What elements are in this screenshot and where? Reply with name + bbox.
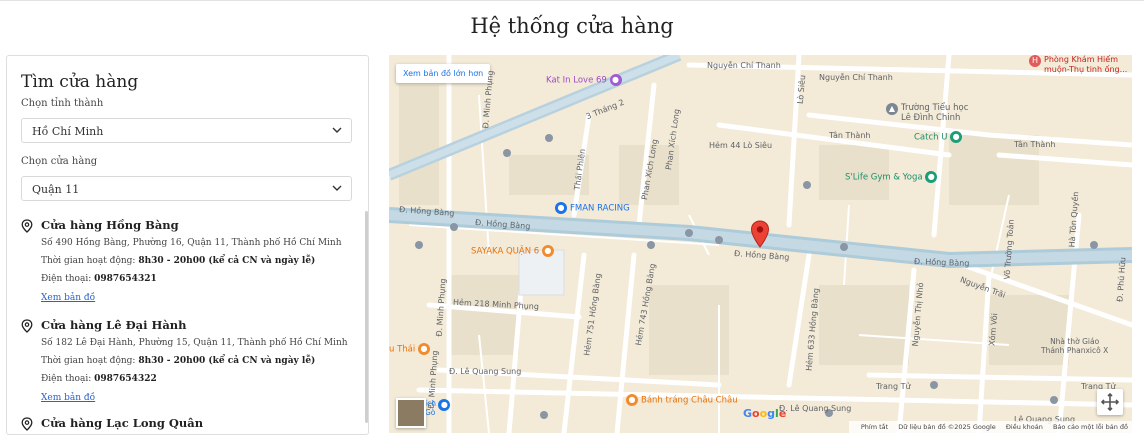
store-name: Cửa hàng Lạc Long Quân xyxy=(41,416,204,430)
poi-label: Kat In Love 69 xyxy=(546,75,607,86)
map-label: Nguyễn Chí Thanh xyxy=(707,61,781,70)
phone-value: 0987654322 xyxy=(94,374,157,384)
page-title: Hệ thống cửa hàng xyxy=(470,14,674,38)
poi-thai[interactable]: u Thái ● xyxy=(389,343,433,355)
province-select[interactable]: Hồ Chí Minh xyxy=(21,118,352,143)
poi-label: FMAN RACING xyxy=(570,203,630,214)
gym-icon: ● xyxy=(950,131,963,143)
phone-label: Điện thoại: xyxy=(41,274,95,284)
store-address: Số 182 Lê Đại Hành, Phường 15, Quận 11, … xyxy=(41,338,348,348)
poi-slife[interactable]: S'Life Gym & Yoga ● xyxy=(845,171,940,183)
terms-link[interactable]: Điều khoản xyxy=(1006,423,1043,431)
poi-label: Bánh tráng Châu Châu xyxy=(641,395,738,406)
location-pin-icon xyxy=(21,319,33,333)
finder-title: Tìm cửa hàng xyxy=(21,72,139,92)
poi-label: SAYAKA QUẬN 6 xyxy=(471,246,540,257)
chevron-down-icon xyxy=(332,185,342,191)
poi-label: Phòng Khám Hiếm muộn-Thụ tinh ống... xyxy=(1044,55,1128,74)
store-list-scrollbar[interactable] xyxy=(365,211,368,423)
map-label: Đ. Lê Quang Sung xyxy=(779,404,852,413)
poi-banh-trang[interactable]: ● Bánh tráng Châu Châu xyxy=(626,394,738,406)
location-pin-icon xyxy=(21,219,33,233)
poi-kat-in-love[interactable]: Kat In Love 69 ● xyxy=(546,74,625,86)
store-value: Quận 11 xyxy=(32,183,80,196)
google-logo: Google xyxy=(743,407,787,420)
hours-value: 8h30 - 20h00 (kể cả CN và ngày lễ) xyxy=(138,356,316,366)
store-item: Cửa hàng Lạc Long Quân xyxy=(21,416,356,434)
larger-map-link[interactable]: Xem bản đồ lớn hơn xyxy=(396,64,491,83)
map-label: Nhà thờ Giáo Thánh Phanxicô X xyxy=(1041,337,1109,355)
fullscreen-icon xyxy=(1100,392,1120,412)
map-label: Đ. Lê Quang Sung xyxy=(449,367,522,376)
gym-icon: ● xyxy=(925,171,938,183)
hours-label: Thời gian hoạt động: xyxy=(41,256,139,266)
satellite-thumbnail[interactable] xyxy=(396,398,426,428)
fullscreen-button[interactable] xyxy=(1097,389,1123,415)
poi-cho[interactable]: ich Gò ● xyxy=(425,399,453,417)
poi-school[interactable]: ▲ Trường Tiểu học Lê Đình Chinh xyxy=(886,103,968,123)
poi-label: Catch U xyxy=(914,132,948,143)
map-label: Tân Thành xyxy=(1014,140,1056,149)
restaurant-icon: ● xyxy=(626,394,638,406)
hospital-icon: H xyxy=(1029,55,1041,67)
hours-value: 8h30 - 20h00 (kể cả CN và ngày lễ) xyxy=(138,256,316,266)
poi-label: u Thái xyxy=(389,344,416,355)
map-footer: Phím tắt Dữ liệu bản đồ ©2025 Google Điề… xyxy=(848,421,1132,433)
map-label: Trang Tử xyxy=(876,382,911,391)
shopping-icon: ● xyxy=(609,74,622,86)
poi-label: S'Life Gym & Yoga xyxy=(845,172,923,183)
store-address: Số 490 Hồng Bàng, Phường 16, Quận 11, Th… xyxy=(41,238,342,248)
store-name: Cửa hàng Lê Đại Hành xyxy=(41,318,187,332)
poi-fman-racing[interactable]: ● FMAN RACING xyxy=(555,202,630,214)
province-label: Chọn tỉnh thành xyxy=(21,98,104,109)
map-embed[interactable]: Xem bản đồ lớn hơn Nguyễn Chí Thanh Nguy… xyxy=(389,55,1132,433)
store-label: Chọn cửa hàng xyxy=(21,156,98,167)
store-finder-panel: Tìm cửa hàng Chọn tỉnh thành Hồ Chí Minh… xyxy=(6,55,369,435)
map-label: Đ. Hồng Bàng xyxy=(913,257,970,268)
map-label: Hẻm 44 Lò Siêu xyxy=(709,141,773,150)
map-label: Tân Thành xyxy=(829,131,871,140)
map-label: Nguyễn Chí Thanh xyxy=(819,73,893,82)
phone-value: 0987654321 xyxy=(94,274,157,284)
view-map-link[interactable]: Xem bản đồ xyxy=(41,393,95,403)
chevron-down-icon xyxy=(332,127,342,133)
store-name: Cửa hàng Hồng Bàng xyxy=(41,218,179,232)
store-hours: Thời gian hoạt động: 8h30 - 20h00 (kể cả… xyxy=(41,256,315,266)
keyboard-shortcuts-link[interactable]: Phím tắt xyxy=(861,423,888,431)
store-list: Cửa hàng Hồng Bàng Số 490 Hồng Bàng, Phư… xyxy=(7,208,368,434)
poi-label: Trường Tiểu học Lê Đình Chinh xyxy=(901,103,969,123)
phone-label: Điện thoại: xyxy=(41,374,95,384)
store-item: Cửa hàng Lê Đại Hành Số 182 Lê Đại Hành,… xyxy=(21,318,356,408)
store-marker-icon[interactable] xyxy=(750,220,770,248)
store-hours: Thời gian hoạt động: 8h30 - 20h00 (kể cả… xyxy=(41,356,315,366)
store-select[interactable]: Quận 11 xyxy=(21,176,352,201)
poi-sayaka[interactable]: SAYAKA QUẬN 6 ● xyxy=(471,245,557,257)
top-divider xyxy=(0,0,1144,1)
school-icon: ▲ xyxy=(886,103,898,115)
location-pin-icon xyxy=(21,417,33,431)
province-value: Hồ Chí Minh xyxy=(32,125,104,138)
poi-catch-u[interactable]: Catch U ● xyxy=(914,131,965,143)
restaurant-icon: ● xyxy=(417,343,430,355)
report-error-link[interactable]: Báo cáo một lỗi bản đồ xyxy=(1053,423,1128,431)
poi-label: ich Gò xyxy=(425,399,436,417)
poi-clinic[interactable]: H Phòng Khám Hiếm muộn-Thụ tinh ống... xyxy=(1029,55,1127,75)
shopping-bag-icon: ● xyxy=(438,399,451,411)
hours-label: Thời gian hoạt động: xyxy=(41,356,139,366)
map-data-credit: Dữ liệu bản đồ ©2025 Google xyxy=(898,423,996,431)
restaurant-icon: ● xyxy=(541,245,554,257)
shopping-bag-icon: ● xyxy=(555,202,567,214)
store-phone: Điện thoại: 0987654321 xyxy=(41,274,157,284)
view-map-link[interactable]: Xem bản đồ xyxy=(41,293,95,303)
store-item: Cửa hàng Hồng Bàng Số 490 Hồng Bàng, Phư… xyxy=(21,218,356,308)
store-phone: Điện thoại: 0987654322 xyxy=(41,374,157,384)
